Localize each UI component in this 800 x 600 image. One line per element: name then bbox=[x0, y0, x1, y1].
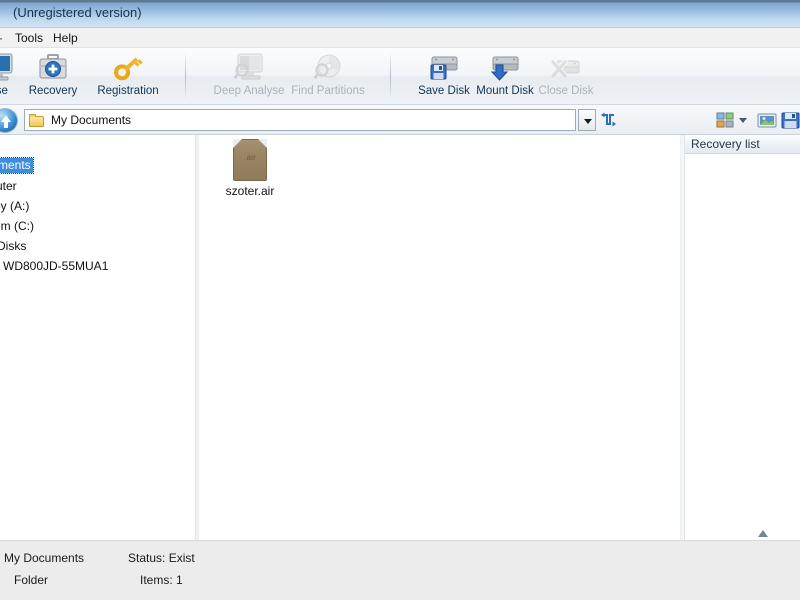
toolbar-separator-1 bbox=[185, 52, 186, 100]
file-name-label: szoter.air bbox=[225, 184, 275, 198]
tree-item-floppy-a[interactable]: py (A:) bbox=[0, 199, 29, 214]
address-dropdown-button[interactable] bbox=[578, 109, 596, 131]
title-bar: aser 3.0(Unregistered version) bbox=[0, 0, 800, 28]
disk-search-icon bbox=[311, 51, 345, 83]
tree-item-system-c[interactable]: em (C:) bbox=[0, 219, 34, 234]
air-file-icon: .air bbox=[230, 139, 270, 181]
status-name: My Documents bbox=[4, 551, 85, 565]
window-title: aser 3.0(Unregistered version) bbox=[0, 5, 142, 20]
window-title-version: (Unregistered version) bbox=[12, 5, 142, 20]
toolbar-close-disk[interactable]: Close Disk bbox=[529, 50, 603, 102]
refresh-icon[interactable] bbox=[600, 112, 618, 129]
tree-item-wd800jd[interactable]: WD800JD-55MUA1 bbox=[3, 259, 108, 274]
toolbar-deep-analyse-label: Deep Analyse bbox=[213, 85, 285, 97]
disk-mount-icon bbox=[488, 51, 522, 83]
tree-item-my-computer[interactable]: uter bbox=[0, 179, 17, 194]
tree-item-physical-disks[interactable]: Disks bbox=[0, 239, 26, 254]
toolbar-find-partitions-label: Find Partitions bbox=[291, 85, 365, 97]
toolbar-separator-2 bbox=[390, 52, 391, 100]
toolbar-registration[interactable]: Registration bbox=[91, 50, 165, 102]
briefcase-plus-icon bbox=[36, 51, 70, 83]
toolbar-find-partitions[interactable]: Find Partitions bbox=[291, 50, 365, 102]
toolbar-deep-analyse[interactable]: Deep Analyse bbox=[212, 50, 286, 102]
preview-pane-icon[interactable] bbox=[756, 110, 778, 131]
toolbar-registration-label: Registration bbox=[97, 85, 159, 97]
menu-bar: · Tools Help bbox=[0, 28, 800, 48]
recovery-list-header: Recovery list bbox=[685, 135, 800, 154]
address-input[interactable]: My Documents bbox=[24, 109, 576, 131]
status-exists: Status: Exist bbox=[128, 551, 195, 565]
resize-grip[interactable] bbox=[757, 528, 769, 538]
view-mode-dropdown-button[interactable] bbox=[736, 110, 750, 131]
monitor-search-icon bbox=[232, 51, 266, 83]
key-icon bbox=[111, 51, 145, 83]
file-list-panel[interactable]: .air szoter.air bbox=[199, 135, 680, 540]
address-path-text: My Documents bbox=[51, 113, 132, 127]
folder-icon bbox=[29, 113, 45, 127]
file-item[interactable]: .air szoter.air bbox=[204, 139, 296, 198]
disk-save-icon bbox=[427, 51, 461, 83]
menu-file-cropped[interactable]: · bbox=[0, 31, 8, 45]
monitor-analyse-icon bbox=[0, 51, 16, 83]
file-extension-label: .air bbox=[244, 153, 256, 162]
tree-item-my-documents[interactable]: ments bbox=[0, 157, 34, 174]
disk-close-icon bbox=[549, 51, 583, 83]
recovery-list-panel[interactable]: Recovery list bbox=[684, 135, 800, 540]
menu-help[interactable]: Help bbox=[48, 31, 83, 45]
application-window: aser 3.0(Unregistered version) · Tools H… bbox=[0, 0, 800, 600]
toolbar-recovery[interactable]: Recovery bbox=[16, 50, 90, 102]
save-icon[interactable] bbox=[780, 110, 800, 131]
status-type: Folder bbox=[14, 573, 49, 587]
toolbar-recovery-label: Recovery bbox=[28, 85, 78, 97]
menu-tools[interactable]: Tools bbox=[10, 31, 48, 45]
folder-tree-panel[interactable]: ments uter py (A:) em (C:) Disks WD800JD… bbox=[0, 135, 196, 540]
toolbar-close-disk-label: Close Disk bbox=[538, 85, 594, 97]
toolbar: yse Recovery bbox=[0, 48, 800, 105]
address-bar: My Documents bbox=[0, 105, 800, 135]
up-arrow-icon[interactable] bbox=[0, 108, 18, 133]
view-thumbnails-icon[interactable] bbox=[714, 110, 736, 131]
status-items: Items: 1 bbox=[140, 573, 183, 587]
status-bar: My Documents Folder Status: Exist Items:… bbox=[0, 540, 800, 600]
